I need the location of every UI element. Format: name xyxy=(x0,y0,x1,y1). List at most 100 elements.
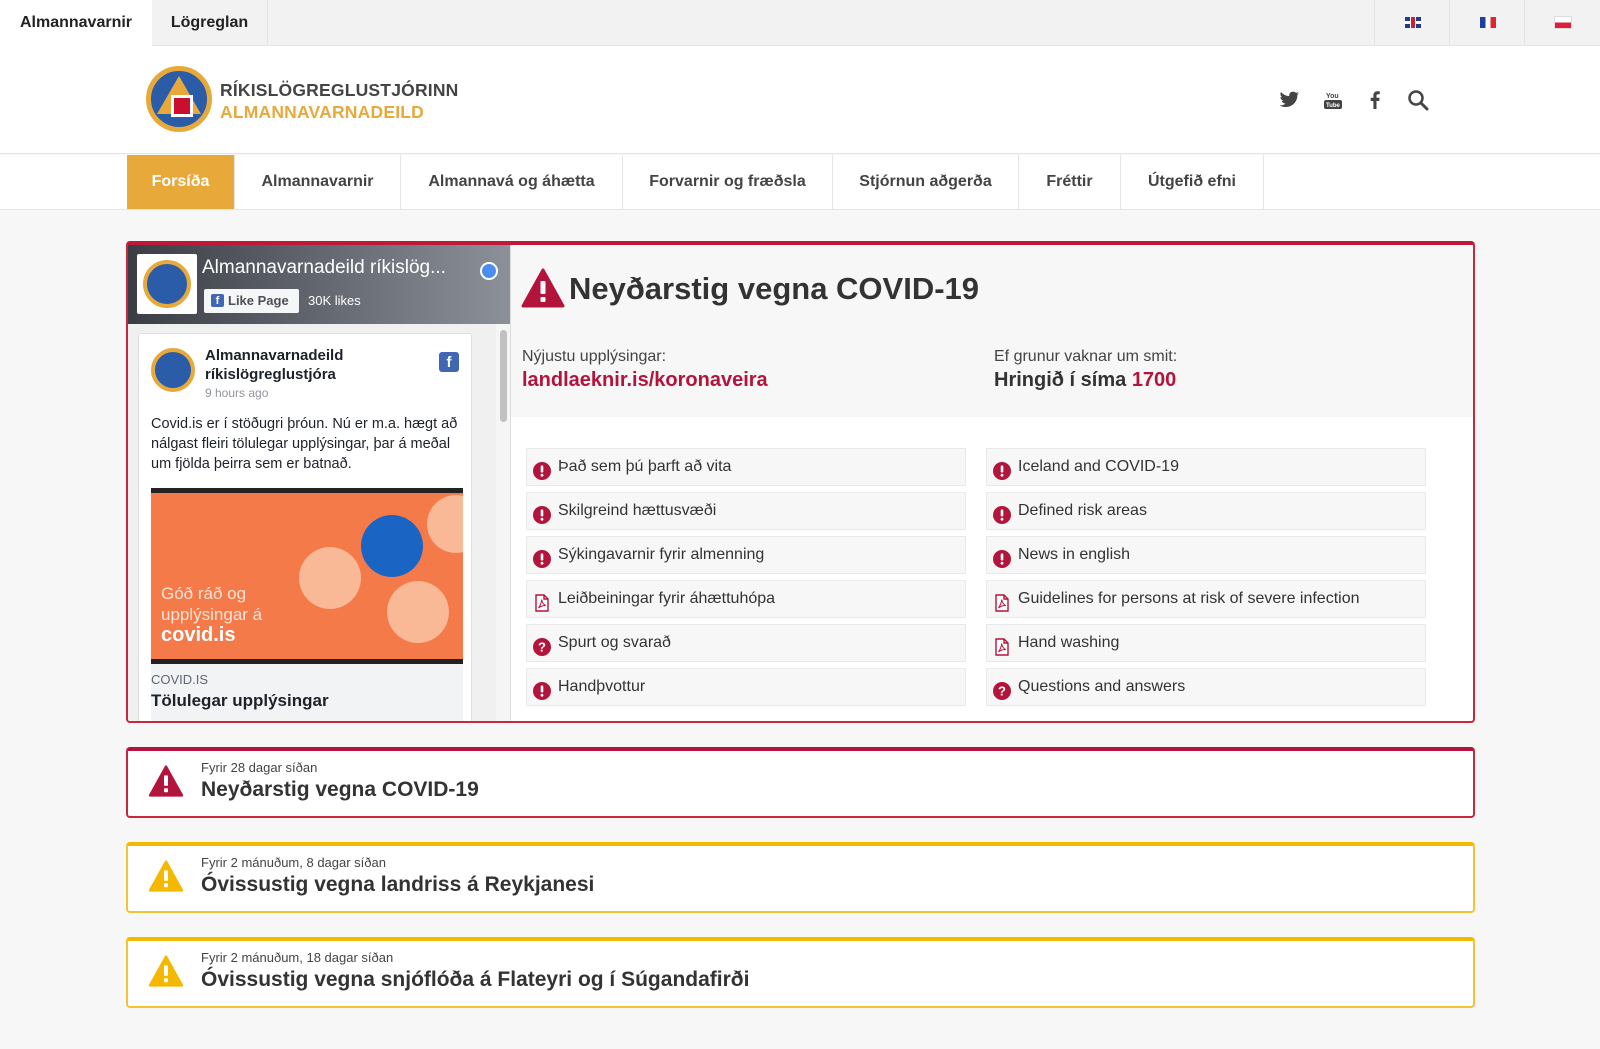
language-polish[interactable] xyxy=(1524,0,1599,46)
alert-link-label: Leiðbeiningar fyrir áhættuhópa xyxy=(558,590,776,607)
verified-icon xyxy=(480,262,498,280)
alert-link[interactable]: Guidelines for persons at risk of severe… xyxy=(986,580,1426,618)
alert-link[interactable]: Leiðbeiningar fyrir áhættuhópa xyxy=(526,580,966,618)
alert-link[interactable]: Handþvottur xyxy=(526,668,966,706)
alert-link-label: Skilgreind hættusvæði xyxy=(558,502,717,519)
alert-link-label: Questions and answers xyxy=(1018,678,1186,695)
svg-text:?: ? xyxy=(538,640,546,655)
post-time[interactable]: 9 hours ago xyxy=(205,386,268,400)
svg-text:You: You xyxy=(1326,93,1339,100)
nav-frettir[interactable]: Fréttir xyxy=(1019,155,1121,209)
caution-triangle-icon xyxy=(148,955,184,987)
exclamation-icon xyxy=(993,546,1011,568)
facebook-icon[interactable] xyxy=(1363,88,1387,112)
question-icon: ? xyxy=(993,678,1011,700)
covid-alert-panel: Almannavarnadeild ríkislög... Like Page … xyxy=(126,241,1475,723)
youtube-icon[interactable]: You Tube xyxy=(1321,88,1345,112)
recent-alert-item[interactable]: Fyrir 2 mánuðum, 8 dagar síðan Óvissusti… xyxy=(126,842,1475,913)
nav-forsida[interactable]: Forsíða xyxy=(127,155,235,209)
warning-triangle-icon xyxy=(148,765,184,797)
nav-stjornun-adgerda[interactable]: Stjórnun aðgerða xyxy=(833,155,1019,209)
alert-link-label: Iceland and COVID-19 xyxy=(1018,458,1179,475)
alert-link-label: Hand washing xyxy=(1018,634,1120,651)
suspect-label: Ef grunur vaknar um smit: xyxy=(994,348,1178,365)
like-page-button[interactable]: Like Page xyxy=(204,289,299,313)
recent-alert-title[interactable]: Óvissustig vegna landriss á Reykjanesi xyxy=(201,873,594,897)
recent-alert-date: Fyrir 28 dagar síðan xyxy=(201,760,318,775)
link-domain: COVID.IS xyxy=(151,672,209,687)
svg-text:Tube: Tube xyxy=(1326,103,1341,109)
facebook-page-avatar[interactable] xyxy=(137,254,197,314)
search-icon[interactable] xyxy=(1406,88,1430,112)
top-bar: Almannavarnir Lögreglan xyxy=(0,0,1600,46)
alert-link[interactable]: Sýkingavarnir fyrir almenning xyxy=(526,536,966,574)
uk-flag-icon xyxy=(1405,17,1421,28)
alert-link[interactable]: Skilgreind hættusvæði xyxy=(526,492,966,530)
warning-triangle-icon xyxy=(521,268,565,308)
alert-title: Neyðarstig vegna COVID-19 xyxy=(569,271,980,306)
france-flag-icon xyxy=(1480,17,1496,28)
recent-alert-date: Fyrir 2 mánuðum, 18 dagar síðan xyxy=(201,950,394,965)
nav-utgefid-efni[interactable]: Útgefið efni xyxy=(1121,155,1264,209)
pdf-icon xyxy=(993,590,1011,612)
exclamation-icon xyxy=(993,502,1011,524)
tab-logreglan[interactable]: Lögreglan xyxy=(152,0,268,46)
exclamation-icon xyxy=(533,458,551,480)
alert-header: Neyðarstig vegna COVID-19 Nýjustu upplýs… xyxy=(511,245,1473,417)
nav-almannava-og-ahaetta[interactable]: Almannavá og áhætta xyxy=(401,155,623,209)
language-english[interactable] xyxy=(1374,0,1449,46)
facebook-post: Almannavarnadeild ríkislögreglustjóra 9 … xyxy=(138,333,472,721)
alert-link-label: Defined risk areas xyxy=(1018,502,1147,519)
recent-alert-item[interactable]: Fyrir 2 mánuðum, 18 dagar síðan Óvissust… xyxy=(126,937,1475,1008)
alert-link[interactable]: News in english xyxy=(986,536,1426,574)
twitter-icon[interactable] xyxy=(1277,88,1301,112)
main-nav: Forsíða Almannavarnir Almannavá og áhætt… xyxy=(0,155,1600,210)
pdf-icon xyxy=(533,590,551,612)
alert-link[interactable]: Defined risk areas xyxy=(986,492,1426,530)
question-icon: ? xyxy=(533,634,551,656)
link-title: Tölulegar upplýsingar xyxy=(151,691,329,710)
language-french[interactable] xyxy=(1449,0,1524,46)
recent-alert-title[interactable]: Neyðarstig vegna COVID-19 xyxy=(201,778,479,802)
phone-number[interactable]: 1700 xyxy=(1132,369,1177,391)
alert-link-label: News in english xyxy=(1018,546,1131,563)
post-author[interactable]: Almannavarnadeild ríkislögreglustjóra xyxy=(205,346,375,384)
alert-link[interactable]: Það sem þú þarft að vita xyxy=(526,448,966,486)
alert-link-label: Það sem þú þarft að vita xyxy=(558,458,732,475)
alert-link[interactable]: Iceland and COVID-19 xyxy=(986,448,1426,486)
brand-subtitle[interactable]: ALMANNAVARNADEILD xyxy=(220,102,424,123)
logo[interactable] xyxy=(146,66,212,132)
post-link-preview[interactable]: COVID.IS Tölulegar upplýsingar xyxy=(151,664,463,721)
nav-forvarnir-og-fraedsla[interactable]: Forvarnir og fræðsla xyxy=(623,155,833,209)
recent-alert-title[interactable]: Óvissustig vegna snjóflóða á Flateyri og… xyxy=(201,968,749,992)
brand-title[interactable]: RÍKISLÖGREGLUSTJÓRINN xyxy=(220,80,459,101)
nav-almannavarnir[interactable]: Almannavarnir xyxy=(235,155,401,209)
facebook-scrollbar[interactable] xyxy=(496,324,510,721)
alert-link-label: Spurt og svarað xyxy=(558,634,671,651)
site-header: RÍKISLÖGREGLUSTJÓRINN ALMANNAVARNADEILD … xyxy=(0,46,1600,154)
alert-link[interactable]: ? Spurt og svarað xyxy=(526,624,966,662)
caution-triangle-icon xyxy=(148,860,184,892)
exclamation-icon xyxy=(533,502,551,524)
post-text: Covid.is er í stöðugri þróun. Nú er m.a.… xyxy=(151,416,458,472)
facebook-widget: Almannavarnadeild ríkislög... Like Page … xyxy=(128,245,511,721)
alert-link[interactable]: ? Questions and answers xyxy=(986,668,1426,706)
recent-alert-item[interactable]: Fyrir 28 dagar síðan Neyðarstig vegna CO… xyxy=(126,747,1475,818)
svg-text:?: ? xyxy=(998,684,1006,699)
pdf-icon xyxy=(993,634,1011,656)
latest-info-link[interactable]: landlaeknir.is/koronaveira xyxy=(522,369,768,392)
exclamation-icon xyxy=(533,546,551,568)
post-avatar[interactable] xyxy=(151,348,195,392)
facebook-page-name[interactable]: Almannavarnadeild ríkislög... xyxy=(202,257,482,279)
facebook-logo-icon[interactable]: f xyxy=(439,352,459,372)
poland-flag-icon xyxy=(1555,17,1571,28)
alert-link-label: Guidelines for persons at risk of severe… xyxy=(1018,590,1360,607)
post-image[interactable]: Góð ráð og upplýsingar á covid.is xyxy=(151,488,463,664)
post-image-text: Góð ráð og upplýsingar á covid.is xyxy=(161,584,263,646)
alert-link[interactable]: Hand washing xyxy=(986,624,1426,662)
alert-link-label: Sýkingavarnir fyrir almenning xyxy=(558,546,765,563)
exclamation-icon xyxy=(533,678,551,700)
tab-almannavarnir[interactable]: Almannavarnir xyxy=(0,0,152,46)
exclamation-icon xyxy=(993,458,1011,480)
recent-alert-date: Fyrir 2 mánuðum, 8 dagar síðan xyxy=(201,855,386,870)
